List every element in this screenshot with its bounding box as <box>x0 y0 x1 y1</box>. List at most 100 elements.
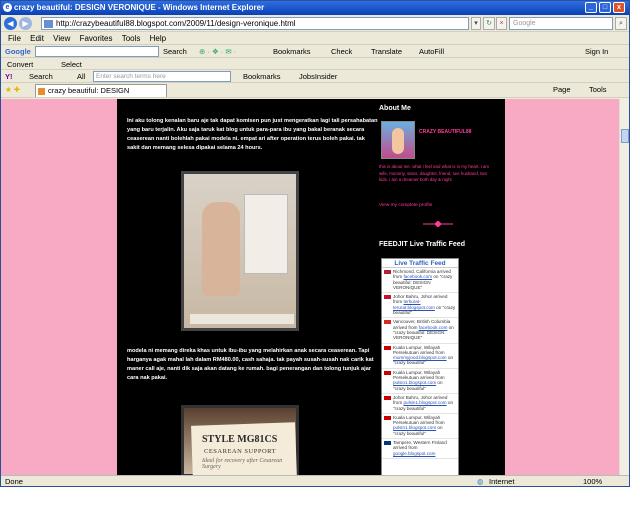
check-button[interactable]: Check <box>331 45 352 58</box>
image-text-support: CESAREAN SUPPORT <box>204 448 277 455</box>
feed-source-link[interactable]: google.blogspot.com <box>393 451 435 456</box>
feed-entry: Johor Bahru, Johor arrived from terkurat… <box>382 293 458 319</box>
google-logo: Google <box>5 47 31 56</box>
blog-main: Ini aku tolong kenalan baru aje tak dapa… <box>117 99 505 475</box>
stop-button[interactable]: × <box>496 17 507 30</box>
tab-bar: ★ ✚ crazy beautiful: DESIGN VERONIQUE Pa… <box>1 83 629 107</box>
country-flag-icon <box>384 370 391 375</box>
feed-source-link[interactable]: pulsin1.blogspot.com <box>393 380 436 385</box>
back-button[interactable]: ◀ <box>4 17 17 30</box>
close-button[interactable]: x <box>613 2 625 13</box>
avatar[interactable] <box>381 121 415 159</box>
live-traffic-feed: Live Traffic Feed Richmond, California a… <box>381 258 459 475</box>
country-flag-icon <box>384 395 391 400</box>
menu-view[interactable]: View <box>53 32 70 45</box>
country-flag-icon <box>384 415 391 420</box>
country-flag-icon <box>384 295 391 300</box>
page-content: Ini aku tolong kenalan baru aje tak dapa… <box>1 99 629 475</box>
address-bar: ◀ ▶ http://crazybeautiful88.blogspot.com… <box>1 15 629 32</box>
feed-location: Tampere, Western Finland arrived from <box>393 440 447 451</box>
yahoo-logo-icon: Y! <box>5 72 13 81</box>
ie-logo-icon: e <box>3 3 12 12</box>
divider-ornament-icon <box>423 221 453 227</box>
country-flag-icon <box>384 270 391 274</box>
yahoo-bookmarks-button[interactable]: Bookmarks <box>243 70 281 83</box>
zone-text: Internet <box>489 477 515 486</box>
google-search-input[interactable] <box>35 46 159 57</box>
about-name[interactable]: CRAZY BEAUTIFUL88 <box>419 129 471 135</box>
google-icons: ⊕ · ❖ · ✉ · <box>199 47 237 56</box>
scrollbar-thumb[interactable] <box>621 129 629 143</box>
browser-window: e crazy beautiful: DESIGN VERONIQUE - Wi… <box>0 0 630 487</box>
post-paragraph-1: Ini aku tolong kenalan baru aje tak dapa… <box>127 118 378 151</box>
image-text-ideal: Ideal for recovery after Cesarean Surger… <box>202 458 283 470</box>
feed-location: Kuala Lumpur, Wilayah Persekutuan arrive… <box>393 344 445 355</box>
post-image-modela[interactable] <box>181 171 299 331</box>
status-text: Done <box>5 477 23 486</box>
url-field[interactable]: http://crazybeautiful88.blogspot.com/200… <box>41 17 469 30</box>
vertical-scrollbar[interactable] <box>619 99 629 475</box>
maximize-button[interactable]: □ <box>599 2 611 13</box>
menu-bar: File Edit View Favorites Tools Help <box>1 32 629 45</box>
yahoo-search-input[interactable]: Enter search terms here <box>93 71 231 82</box>
window-title: crazy beautiful: DESIGN VERONIQUE - Wind… <box>14 3 265 12</box>
tools-menu-button[interactable]: Tools <box>589 83 607 96</box>
country-flag-icon <box>384 320 391 325</box>
jobsinsider-button[interactable]: JobsInsider <box>299 70 337 83</box>
feed-entry: Vancouver, British Columbia arrived from… <box>382 318 458 344</box>
translate-button[interactable]: Translate <box>371 45 402 58</box>
autofill-button[interactable]: AutoFill <box>419 45 444 58</box>
post-image-box[interactable]: STYLE MG81CS CESAREAN SUPPORT Ideal for … <box>181 405 299 475</box>
feedjit-title: FEEDJIT Live Traffic Feed <box>379 241 465 248</box>
globe-icon: ◍ <box>477 477 484 486</box>
page-icon <box>44 20 53 28</box>
live-search-input[interactable]: Google <box>509 17 613 30</box>
image-caption-strip <box>190 314 294 324</box>
search-icon[interactable]: ⌕ <box>615 17 627 30</box>
view-profile-link[interactable]: View my complete profile <box>379 203 432 208</box>
convert-toolbar: Convert Select <box>1 58 629 70</box>
sign-in-button[interactable]: Sign In <box>585 45 608 58</box>
country-flag-icon <box>384 345 391 350</box>
feed-entry: Johor Bahru, Johor arrived from pulsin1.… <box>382 394 458 414</box>
about-description: this is about me. what i feel and what i… <box>379 164 490 183</box>
minimize-button[interactable]: _ <box>585 2 597 13</box>
menu-tools[interactable]: Tools <box>122 32 141 45</box>
yahoo-all-button[interactable]: All <box>77 70 85 83</box>
menu-favorites[interactable]: Favorites <box>80 32 113 45</box>
forward-button[interactable]: ▶ <box>19 17 32 30</box>
image-figure <box>202 202 240 296</box>
go-refresh-button[interactable]: ↻ <box>483 17 495 30</box>
yahoo-search-button[interactable]: Search <box>29 70 53 83</box>
about-me-title: About Me <box>379 105 411 112</box>
feed-source-link[interactable]: pulsin1.blogspot.com <box>393 425 436 430</box>
feed-header[interactable]: Live Traffic Feed <box>382 259 458 268</box>
status-bar: Done ◍ Internet 100% <box>1 475 629 486</box>
title-bar: e crazy beautiful: DESIGN VERONIQUE - Wi… <box>1 1 629 15</box>
feed-entry: Kuala Lumpur, Wilayah Persekutuan arrive… <box>382 344 458 369</box>
google-search-button[interactable]: Search <box>163 45 187 58</box>
menu-edit[interactable]: Edit <box>30 32 44 45</box>
zoom-level[interactable]: 100% <box>583 476 602 486</box>
favorites-star-icon[interactable]: ★ ✚ <box>5 83 20 96</box>
menu-help[interactable]: Help <box>150 32 166 45</box>
feed-source-link[interactable]: pulsin1.blogspot.com <box>403 400 446 405</box>
image-inset <box>244 194 288 274</box>
feed-location: Kuala Lumpur, Wilayah Persekutuan arrive… <box>393 414 445 426</box>
feed-source-link[interactable]: mummyjood.blogspot.com <box>393 355 447 360</box>
country-flag-icon <box>384 441 391 446</box>
feed-entry: Kuala Lumpur, Wilayah Persekutuan arrive… <box>382 369 458 394</box>
blogger-favicon-icon <box>38 88 45 95</box>
google-toolbar: Google Search ⊕ · ❖ · ✉ · Bookmarks Chec… <box>1 45 629 58</box>
feed-entry: Richmond, California arrived from facebo… <box>382 268 458 294</box>
url-dropdown-button[interactable]: ▾ <box>471 17 481 30</box>
page-menu-button[interactable]: Page <box>553 83 571 96</box>
feed-source-link[interactable]: facebook.com <box>403 274 432 279</box>
feed-entry: Kuala Lumpur, Wilayah Persekutuan arrive… <box>382 414 458 440</box>
menu-file[interactable]: File <box>8 32 21 45</box>
feed-source-link[interactable]: facebook.com <box>419 325 448 330</box>
image-text-style: STYLE MG81CS <box>202 434 278 445</box>
bookmarks-button[interactable]: Bookmarks <box>273 45 311 58</box>
feed-location: Kuala Lumpur, Wilayah Persekutuan arrive… <box>393 369 445 381</box>
tab-active[interactable]: crazy beautiful: DESIGN VERONIQUE <box>35 84 167 107</box>
